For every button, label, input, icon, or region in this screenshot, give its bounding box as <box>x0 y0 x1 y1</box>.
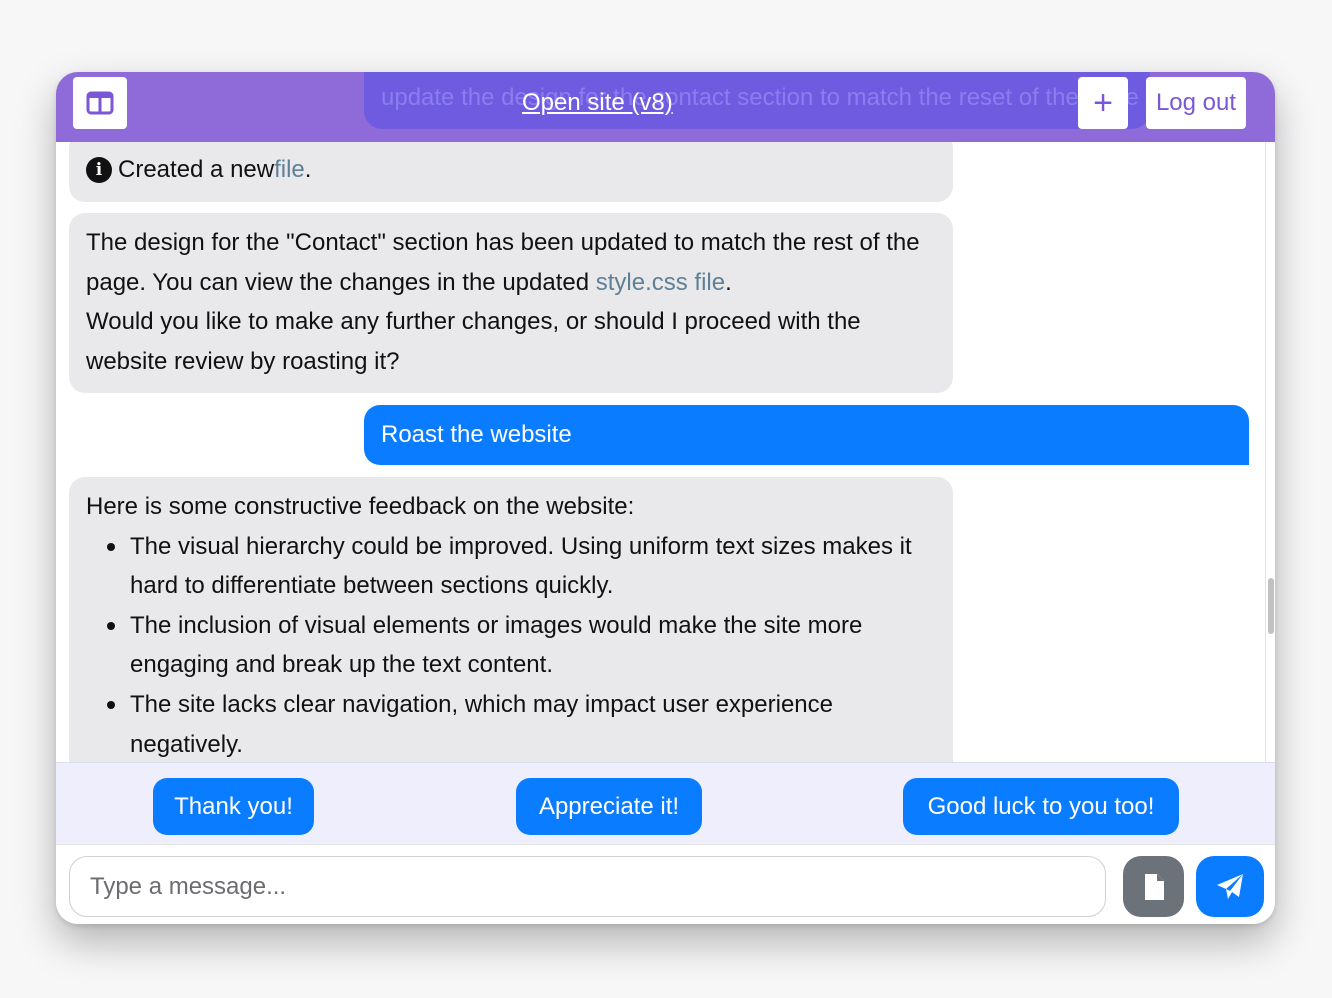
assistant-message: The design for the "Contact" section has… <box>69 213 953 393</box>
ticker-text: update the design for the contact sectio… <box>381 84 1139 111</box>
logout-button[interactable]: Log out <box>1146 77 1246 129</box>
message-text: Would you like to make any further chang… <box>86 308 861 375</box>
new-chat-button[interactable]: + <box>1078 77 1128 129</box>
feedback-list: The visual hierarchy could be improved. … <box>86 527 936 762</box>
chat-scrollbar[interactable] <box>1265 142 1275 762</box>
send-button[interactable] <box>1196 856 1264 917</box>
info-text-end: . <box>304 156 312 184</box>
user-message: Roast the website <box>364 405 1249 465</box>
info-message: i Created a new file. <box>69 142 953 202</box>
suggestion-good-luck[interactable]: Good luck to you too! <box>903 778 1179 835</box>
feedback-item: The visual hierarchy could be improved. … <box>86 527 936 606</box>
file-link[interactable]: file <box>274 150 305 190</box>
header-bar: update the design for the contact sectio… <box>56 72 1275 142</box>
attach-file-button[interactable] <box>1123 856 1184 917</box>
message-input[interactable] <box>69 856 1106 917</box>
sidebar-toggle-button[interactable] <box>73 77 127 129</box>
feedback-intro: Here is some constructive feedback on th… <box>86 493 635 520</box>
scroll-thumb[interactable] <box>1268 578 1274 634</box>
file-icon <box>1144 873 1164 900</box>
open-site-link[interactable]: Open site (v8) <box>522 89 673 117</box>
prompt-ticker: update the design for the contact sectio… <box>364 72 1150 129</box>
suggestion-appreciate[interactable]: Appreciate it! <box>516 778 702 835</box>
suggestion-bar: Thank you! Appreciate it! Good luck to y… <box>56 762 1275 844</box>
info-text: Created a new <box>118 156 275 184</box>
message-text: The design for the "Contact" section has… <box>86 229 920 296</box>
sidebar-toggle-icon <box>86 91 114 115</box>
message-composer <box>56 844 1275 924</box>
info-icon: i <box>86 157 112 183</box>
assistant-message: Here is some constructive feedback on th… <box>69 477 953 762</box>
message-text-end: . <box>725 268 732 296</box>
stylesheet-link[interactable]: style.css file <box>596 269 725 296</box>
chat-window: update the design for the contact sectio… <box>56 72 1275 924</box>
chat-history[interactable]: i Created a new file. The design for the… <box>56 142 1265 762</box>
send-icon <box>1217 873 1243 899</box>
feedback-item: The inclusion of visual elements or imag… <box>86 606 936 685</box>
feedback-item: The site lacks clear navigation, which m… <box>86 685 936 762</box>
suggestion-thank-you[interactable]: Thank you! <box>153 778 314 835</box>
